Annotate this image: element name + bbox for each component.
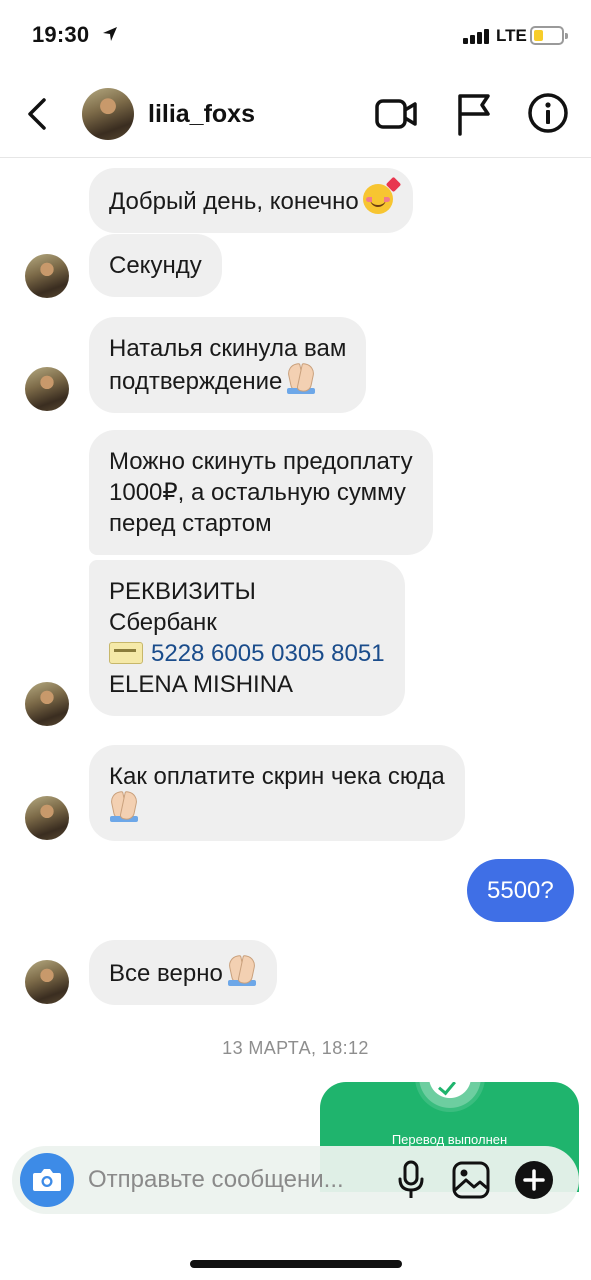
home-indicator[interactable]: [190, 1260, 402, 1268]
smiling-face-with-hearts-emoji: [362, 176, 402, 214]
message-text: Можно скинуть предоплату: [109, 448, 413, 475]
praying-hands-emoji: [227, 956, 257, 986]
message-input[interactable]: [88, 1162, 388, 1198]
message-text: перед стартом: [109, 510, 272, 537]
camera-button[interactable]: [20, 1153, 74, 1207]
message-composer: [12, 1146, 579, 1214]
outgoing-message-bubble[interactable]: 5500?: [467, 859, 574, 922]
message-text: Наталья скинула вам: [109, 335, 347, 362]
message-text: Сбербанк: [109, 609, 217, 636]
sender-avatar[interactable]: [25, 367, 69, 411]
message-bubble[interactable]: РЕКВИЗИТЫ Сбербанк 5228 6005 0305 8051 E…: [89, 560, 405, 716]
gallery-icon[interactable]: [451, 1160, 491, 1200]
header-username[interactable]: lilia_foxs: [148, 100, 255, 129]
message-bubble[interactable]: Все верно: [89, 940, 277, 1005]
message-text: 5500?: [487, 877, 554, 904]
signal-icon: [463, 28, 491, 44]
status-bar: 19:30 LTE: [0, 0, 591, 72]
message-text: Добрый день, конечно: [109, 188, 359, 215]
sender-avatar[interactable]: [25, 682, 69, 726]
praying-hands-emoji: [109, 792, 139, 822]
sender-avatar[interactable]: [25, 960, 69, 1004]
message-bubble[interactable]: Как оплатите скрин чека сюда: [89, 745, 465, 841]
message-text: Как оплатите скрин чека сюда: [109, 763, 445, 790]
flag-icon[interactable]: [454, 92, 494, 136]
message-bubble[interactable]: Секунду: [89, 234, 222, 297]
battery-icon: [530, 26, 568, 45]
info-icon[interactable]: [527, 92, 569, 134]
message-text: Все верно: [109, 960, 223, 987]
message-text: подтверждение: [109, 368, 283, 395]
plus-icon: [523, 1169, 545, 1191]
message-bubble[interactable]: Добрый день, конечно: [89, 168, 413, 233]
camera-icon: [33, 1169, 61, 1191]
sender-avatar[interactable]: [25, 796, 69, 840]
microphone-icon[interactable]: [396, 1159, 426, 1201]
video-camera-icon[interactable]: [374, 94, 418, 134]
header-avatar[interactable]: [82, 88, 134, 140]
chat-header: lilia_foxs: [0, 72, 591, 158]
message-bubble[interactable]: Можно скинуть предоплату 1000₽, а осталь…: [89, 430, 433, 555]
add-button[interactable]: [515, 1161, 553, 1199]
back-chevron-icon[interactable]: [22, 94, 52, 134]
message-text: ELENA MISHINA: [109, 671, 294, 698]
message-text: РЕКВИЗИТЫ: [109, 578, 256, 605]
sender-avatar[interactable]: [25, 254, 69, 298]
praying-hands-emoji: [286, 364, 316, 394]
credit-card-emoji: [109, 642, 143, 664]
message-text: 1000₽, а остальную сумму: [109, 479, 406, 506]
message-bubble[interactable]: Наталья скинула вам подтверждение: [89, 317, 367, 413]
status-time: 19:30: [32, 22, 90, 47]
network-label: LTE: [496, 26, 527, 45]
card-number-link[interactable]: 5228 6005 0305 8051: [151, 640, 385, 667]
receipt-caption: Перевод выполнен: [391, 1132, 508, 1147]
date-separator: 13 МАРТА, 18:12: [222, 1038, 369, 1058]
message-text: Секунду: [109, 252, 202, 279]
location-arrow-icon: [103, 27, 117, 41]
